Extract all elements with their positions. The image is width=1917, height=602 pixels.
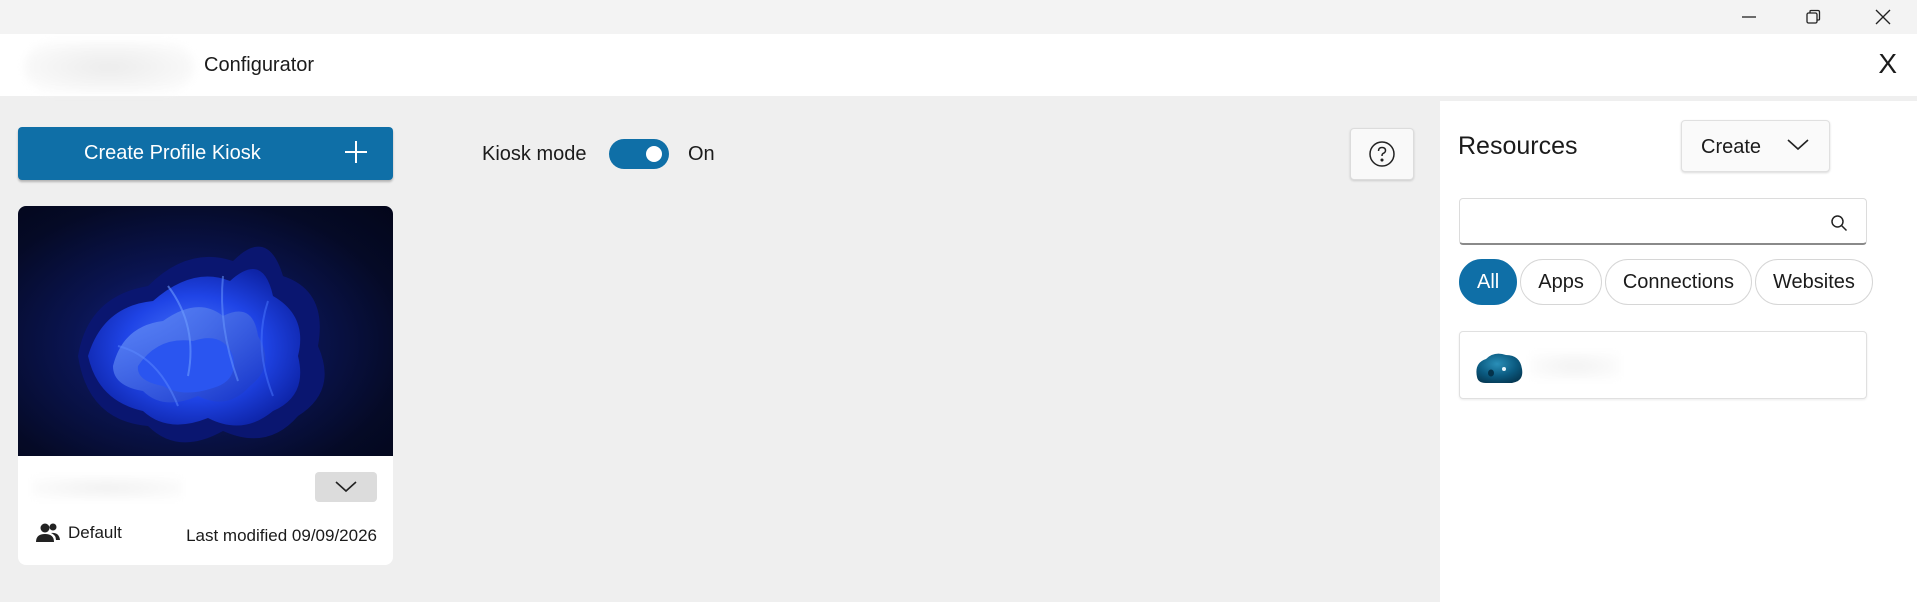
- resources-search-input[interactable]: [1470, 207, 1810, 237]
- kiosk-mode-toggle[interactable]: [609, 139, 669, 169]
- resources-title: Resources: [1458, 132, 1578, 160]
- resource-item[interactable]: [1459, 331, 1867, 399]
- create-dropdown-label: Create: [1701, 136, 1762, 158]
- app-icon: [1476, 353, 1523, 383]
- users-icon: [36, 523, 60, 542]
- profile-name: [32, 476, 182, 500]
- app-close-button[interactable]: X: [1878, 48, 1897, 80]
- search-icon[interactable]: [1830, 214, 1848, 232]
- minimize-icon: [1742, 16, 1756, 18]
- app-header: Configurator X: [0, 34, 1917, 96]
- question-icon: [1369, 141, 1395, 167]
- window-close-button[interactable]: [1848, 0, 1917, 34]
- toggle-knob: [646, 146, 662, 162]
- app-title: Configurator: [204, 54, 315, 76]
- profile-account-type: Default: [36, 522, 122, 544]
- resources-panel: Resources Create All Apps Connections We…: [1440, 101, 1917, 602]
- kiosk-mode-label: Kiosk mode: [482, 143, 587, 165]
- chevron-down-icon: [335, 481, 357, 493]
- last-modified-label: Last modified 09/09/2026: [186, 526, 377, 545]
- window-title-bar: [0, 0, 1917, 34]
- resources-search: [1459, 198, 1867, 245]
- chevron-down-icon: [1787, 139, 1809, 151]
- profile-wallpaper-image: [18, 206, 393, 456]
- plus-icon: [345, 141, 367, 163]
- resource-item-name: [1530, 352, 1620, 380]
- account-type-label: Default: [68, 523, 122, 542]
- minimize-button[interactable]: [1714, 0, 1784, 34]
- filter-chip-all[interactable]: All: [1459, 259, 1518, 305]
- help-button[interactable]: [1350, 128, 1414, 180]
- create-profile-kiosk-label: Create Profile Kiosk: [84, 142, 261, 164]
- filter-chip-connections[interactable]: Connections: [1604, 259, 1753, 305]
- close-icon: [1875, 9, 1891, 25]
- profile-card[interactable]: Default Last modified 09/09/2026: [18, 206, 393, 565]
- app-logo: [24, 42, 194, 92]
- filter-chip-apps[interactable]: Apps: [1520, 259, 1602, 305]
- kiosk-mode-state: On: [688, 143, 715, 165]
- filter-chip-websites[interactable]: Websites: [1755, 259, 1873, 305]
- resource-filter-chips: All Apps Connections Websites: [1459, 259, 1873, 305]
- restore-button[interactable]: [1778, 0, 1848, 34]
- create-profile-kiosk-button[interactable]: Create Profile Kiosk: [18, 127, 393, 180]
- restore-icon: [1806, 9, 1821, 24]
- create-dropdown[interactable]: Create: [1681, 120, 1830, 172]
- profile-expand-button[interactable]: [315, 472, 377, 502]
